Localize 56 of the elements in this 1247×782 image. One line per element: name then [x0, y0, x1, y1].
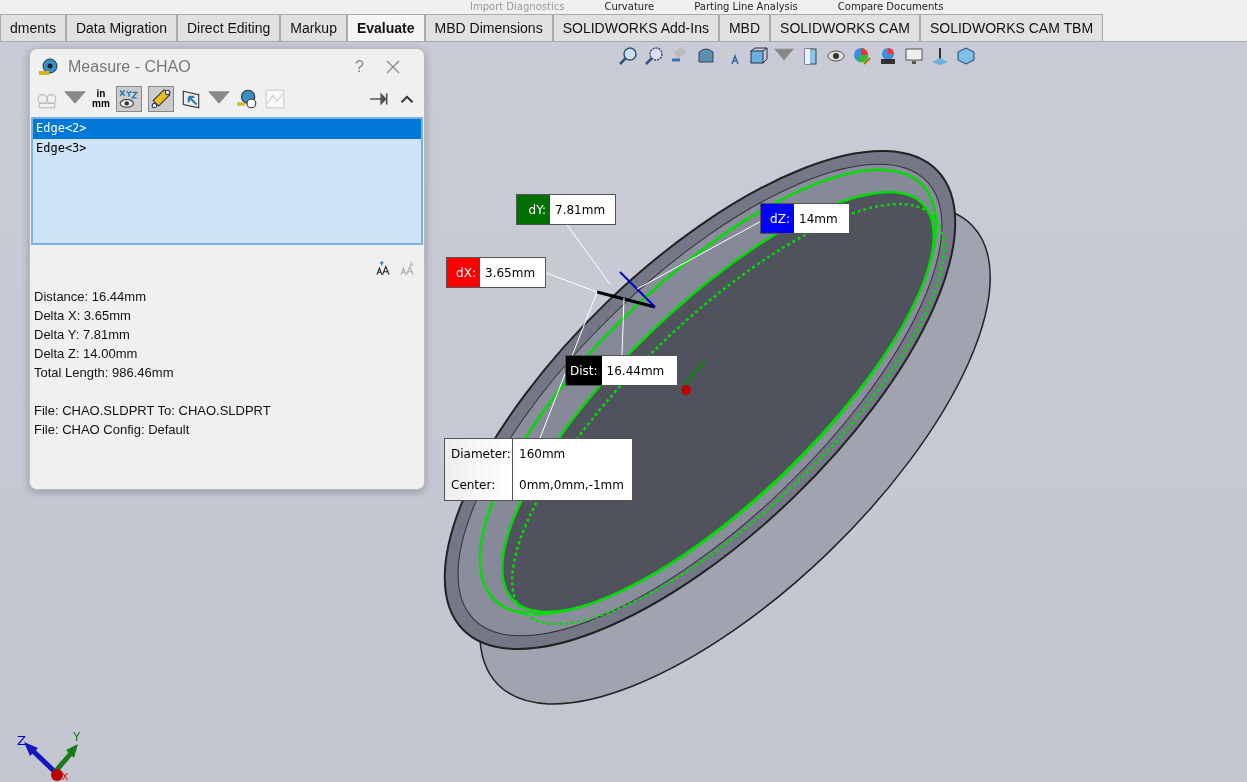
axis-label: Y	[73, 730, 81, 744]
close-icon[interactable]	[386, 60, 400, 74]
axis-label: Z	[17, 733, 26, 748]
zoom-fit-icon[interactable]	[618, 46, 638, 66]
zoom-area-icon[interactable]	[644, 46, 664, 66]
dynamic-annotation-icon[interactable]	[722, 46, 742, 66]
tape-measure-icon	[38, 57, 60, 77]
result-line: Total Length: 986.46mm	[34, 364, 175, 382]
selection-item[interactable]: Edge<3>	[33, 139, 421, 159]
ribbon-tab[interactable]: dments	[0, 14, 66, 41]
callout-value: 0mm,0mm,-1mm	[518, 476, 625, 494]
callout-label: dZ:	[761, 204, 794, 233]
point-to-point-button[interactable]	[147, 86, 174, 112]
view-orientation-icon[interactable]	[748, 46, 768, 66]
axis-label: X	[62, 772, 69, 782]
scene-icon[interactable]	[878, 46, 898, 66]
ribbon-tab[interactable]: SOLIDWORKS CAM	[770, 14, 920, 41]
callout-label: Center:	[445, 469, 513, 500]
section-view-icon[interactable]	[696, 46, 716, 66]
selection-item[interactable]: Edge<2>	[33, 119, 421, 139]
ribbon-tab[interactable]: MBD Dimensions	[424, 14, 553, 41]
ribbon-tab[interactable]: SOLIDWORKS Add-Ins	[552, 14, 719, 41]
result-line: Delta Z: 14.00mm	[34, 345, 139, 363]
result-line: Delta X: 3.65mm	[34, 307, 132, 325]
file-line: File: CHAO Config: Default	[34, 421, 191, 439]
callout-label: dY:	[517, 195, 550, 224]
callout-value: 14mm	[798, 210, 839, 228]
callout-value: 16.44mm	[605, 362, 666, 380]
ribbon-tab[interactable]: Direct Editing	[176, 14, 281, 41]
file-line: File: CHAO.SLDPRT To: CHAO.SLDPRT	[34, 402, 272, 420]
axis-triad-icon	[24, 742, 78, 781]
axis-triad-icon	[681, 359, 707, 395]
result-line: Delta Y: 7.81mm	[34, 326, 131, 344]
ribbon-tab[interactable]: SOLIDWORKS CAM TBM	[919, 14, 1104, 41]
ribbon-tab[interactable]: Data Migration	[65, 14, 177, 41]
measure-history-icon[interactable]	[235, 88, 258, 110]
monitor-icon[interactable]	[904, 46, 924, 66]
ribbon-command[interactable]: Parting Line Analysis	[694, 0, 798, 14]
result-line: Distance: 16.44mm	[34, 288, 147, 306]
callout-label: Diameter:	[445, 439, 513, 470]
up-arrow-icon[interactable]	[930, 46, 950, 66]
xyz-delta-button[interactable]	[115, 86, 142, 112]
ribbon-tab[interactable]: Markup	[280, 14, 347, 41]
callout-value: 160mm	[518, 446, 567, 464]
ribbon-tab[interactable]: MBD	[718, 14, 771, 41]
cube-icon[interactable]	[956, 46, 976, 66]
ribbon-command[interactable]: Curvature	[604, 0, 655, 14]
callout-label: dX:	[447, 258, 480, 287]
ribbon-command[interactable]: Compare Documents	[837, 0, 944, 14]
callout-label: Dist:	[566, 356, 602, 385]
appearance-icon[interactable]	[852, 46, 872, 66]
dialog-title: Measure - CHAO	[68, 58, 192, 76]
units-button[interactable]: in mm	[92, 89, 110, 109]
ribbon-tab[interactable]: Evaluate	[346, 14, 425, 41]
callout-value: 3.65mm	[484, 264, 537, 282]
callout-value: 7.81mm	[554, 201, 607, 219]
